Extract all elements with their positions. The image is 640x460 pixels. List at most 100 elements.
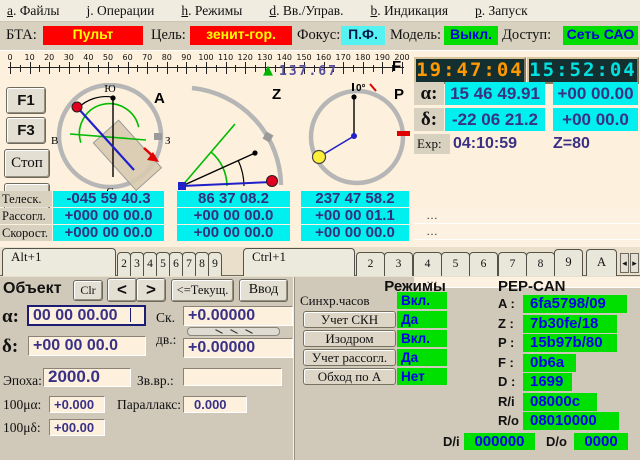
pepcan-label: D : xyxy=(498,373,515,391)
model-label: Модель: xyxy=(390,27,441,44)
speed-label-bottom: дв.: xyxy=(156,332,176,348)
menu-item-b[interactable]: b. Индикация xyxy=(370,3,448,19)
azimuth-dial: A Ю В З С xyxy=(50,83,176,197)
tab-alt-8[interactable]: 8 xyxy=(195,252,209,276)
ruler-marker-value: 137.67 xyxy=(279,64,338,79)
tab-ctrl-4[interactable]: 4 xyxy=(413,252,442,276)
model-badge: Выкл. xyxy=(444,26,498,45)
copy-current-button[interactable]: <=Текущ. xyxy=(171,279,234,302)
clear-button[interactable]: Clr xyxy=(73,280,103,301)
mu-delta-input[interactable]: +00.00 xyxy=(49,419,105,436)
tab-ctrl-3[interactable]: 3 xyxy=(384,252,413,276)
speed-drag-handle[interactable] xyxy=(187,327,280,336)
pepcan-value-badge: 08000c xyxy=(523,393,597,411)
ruler-tick-label: 140 xyxy=(275,53,293,62)
pepcan-title: PEP-CAN xyxy=(498,278,566,295)
ruler-tick-label: 150 xyxy=(295,53,313,62)
epoch-input[interactable]: 2000.0 xyxy=(43,368,131,387)
pepcan-label: F : xyxy=(498,354,514,372)
ruler-tick xyxy=(20,65,21,72)
tab-alt-9[interactable]: 9 xyxy=(208,252,222,276)
mode-label-0: Синхр.часов xyxy=(300,292,370,309)
ruler-tick xyxy=(147,62,148,74)
sidereal-time-clock: 15:52:04 xyxy=(527,57,639,84)
f3-button[interactable]: F3 xyxy=(6,117,46,144)
ruler-tick-label: 110 xyxy=(217,53,235,62)
tab-ctrl-1[interactable]: Ctrl+1 xyxy=(243,248,355,276)
ruler-tick xyxy=(235,65,236,72)
mode-button-4[interactable]: Обход по А xyxy=(303,368,396,385)
tab-ctrl-5[interactable]: 5 xyxy=(441,252,470,276)
ruler-tick xyxy=(69,62,70,74)
ruler-tick xyxy=(255,65,256,72)
mode-button-2[interactable]: Изодром xyxy=(303,330,396,347)
menu-item-h[interactable]: h. Режимы xyxy=(181,3,242,19)
object-delta-input[interactable]: +00 00 00.0 xyxy=(28,336,146,356)
pepcan-label: Z : xyxy=(498,315,514,333)
tab-alt-6[interactable]: 6 xyxy=(169,252,183,276)
stop-button[interactable]: Стоп xyxy=(4,149,50,178)
ruler-tick xyxy=(226,62,227,74)
mode-value-badge: Да xyxy=(397,311,447,328)
tab-ctrl-8[interactable]: 8 xyxy=(526,252,555,276)
object-speed-alpha-input[interactable]: +0.00000 xyxy=(183,306,293,326)
object-speed-delta-input[interactable]: +0.00000 xyxy=(183,338,293,358)
mu-delta-label: 100μδ: xyxy=(3,420,41,436)
azimuth-ruler: 0102030405060708090100110120130140150160… xyxy=(8,53,408,79)
parallax-input[interactable]: 0.000 xyxy=(183,396,247,413)
ruler-tick xyxy=(39,65,40,72)
tab-scroll-left-icon[interactable]: ◂ xyxy=(620,253,629,273)
tab-alt-1[interactable]: Alt+1 xyxy=(2,248,116,276)
tab-ctrl-9[interactable]: 9 xyxy=(554,249,583,276)
sidereal-input[interactable] xyxy=(183,368,282,386)
object-alpha-input[interactable]: 00 00 00.00 xyxy=(27,305,146,326)
tab-alt-2[interactable]: 2 xyxy=(117,252,131,276)
pepcan-label: R/i xyxy=(498,393,515,411)
ruler-tick xyxy=(128,62,129,74)
modes-pepcan-panel: Режимы PEP-CAN Синхр.часовВкл.Учет СКНДа… xyxy=(294,277,640,460)
ruler-tick-label: 120 xyxy=(236,53,254,62)
table-cell-a: +000 00 00.0 xyxy=(53,208,164,224)
f1-button[interactable]: F1 xyxy=(6,87,46,114)
rotator-target-marker xyxy=(313,151,326,164)
mode-value-badge: Вкл. xyxy=(397,292,447,309)
mode-button-3[interactable]: Учет рассогл. xyxy=(303,349,396,366)
ruler-tick xyxy=(59,65,60,72)
ruler-tick xyxy=(10,62,11,74)
table-cell-p: +00 00 01.1 xyxy=(301,208,409,224)
tab-ctrl-7[interactable]: 7 xyxy=(498,252,527,276)
mode-button-1[interactable]: Учет СКН xyxy=(303,311,396,328)
tab-alt-4[interactable]: 4 xyxy=(143,252,157,276)
ruler-tick-label: 90 xyxy=(177,53,195,62)
alpha-correction: +00 00.00 xyxy=(553,82,638,105)
alpha-label: α: xyxy=(414,82,444,105)
next-object-button[interactable]: > xyxy=(136,278,166,302)
tab-scroll-right-icon[interactable]: ▸ xyxy=(630,253,639,273)
table-cell-z: +00 00 00.0 xyxy=(177,208,290,224)
ruler-tick xyxy=(275,65,276,72)
prev-object-button[interactable]: < xyxy=(107,278,137,302)
table-row-label: Телеск. xyxy=(0,191,52,207)
dial-a-label: A xyxy=(154,90,165,107)
enter-button[interactable]: Ввод xyxy=(239,279,288,302)
menu-item-j[interactable]: j. Операции xyxy=(86,3,154,19)
tab-ctrl-2[interactable]: 2 xyxy=(356,252,385,276)
table-cell-a: -045 59 40.3 xyxy=(53,191,164,207)
table-row-label: Скорост. xyxy=(0,225,52,241)
speed-label-top: Ск. xyxy=(156,310,175,326)
menu-item-a[interactable]: a. Файлы xyxy=(7,3,59,19)
mu-alpha-input[interactable]: +0.000 xyxy=(49,396,105,413)
compass-west: З xyxy=(165,135,171,147)
tab-alt-5[interactable]: 5 xyxy=(156,252,170,276)
ruler-tick-label: 190 xyxy=(373,53,391,62)
ruler-tick xyxy=(343,62,344,74)
tab-alt-7[interactable]: 7 xyxy=(182,252,196,276)
tab-ctrl-a[interactable]: A xyxy=(586,249,617,276)
tab-alt-3[interactable]: 3 xyxy=(130,252,144,276)
menu-item-d[interactable]: d. Вв./Управ. xyxy=(269,3,343,19)
do-label: D/o xyxy=(546,434,567,449)
tab-ctrl-6[interactable]: 6 xyxy=(469,252,498,276)
zenith-distance-value: Z=80 xyxy=(553,135,590,153)
menu-item-p[interactable]: p. Запуск xyxy=(475,3,528,19)
tab-bar: Alt+123456789Ctrl+123456789A◂▸ xyxy=(0,247,640,277)
